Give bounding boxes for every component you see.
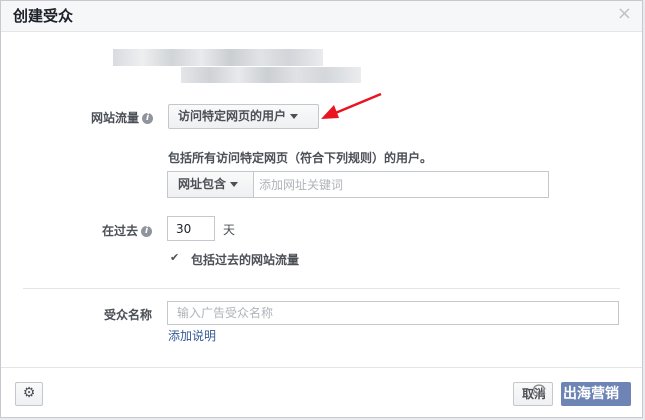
days-input[interactable] [167,216,215,241]
settings-button[interactable]: ⚙ [15,382,43,406]
red-arrow-annotation-icon [321,92,382,119]
url-keyword-input[interactable] [257,174,546,196]
rule-description: 包括所有访问特定网页（符合下列规则）的用户。 [168,151,433,165]
website-traffic-label-text: 网站流量 [91,111,140,125]
create-audience-dialog: 创建受众 × 网站流量 i 访问特定网页的用户 包括所有访问特定网页（符合下列规则… [0,0,643,418]
gear-icon: ⚙ [22,385,36,401]
caret-down-icon [290,114,299,119]
traffic-type-dropdown[interactable]: 访问特定网页的用户 [168,104,319,129]
dialog-header: 创建受众 × [1,1,642,32]
wechat-logo-icon: ☊ [532,381,547,400]
info-icon[interactable]: i [142,113,154,124]
audience-name-input[interactable] [167,301,619,325]
url-condition-label: 网址包含 [178,177,227,191]
url-rule-box: 网址包含 [167,171,549,198]
include-past-traffic-label: 包括过去的网站流量 [191,253,300,267]
caret-down-icon [230,182,239,187]
include-past-traffic-checkbox[interactable]: ✔ [170,252,181,263]
url-condition-dropdown[interactable]: 网址包含 [168,172,254,197]
watermark-text: 出海营销 [563,386,619,402]
dialog-title: 创建受众 [13,7,74,25]
section-divider [23,288,620,289]
days-unit-label: 天 [223,223,236,237]
past-period-label-text: 在过去 [102,224,139,238]
add-description-link[interactable]: 添加说明 [168,327,216,344]
website-traffic-label: 网站流量 i [91,109,154,126]
footer-divider [1,367,642,368]
audience-name-label: 受众名称 [104,308,153,322]
past-period-label: 在过去 i [102,222,153,239]
blurred-content [113,49,323,66]
blurred-content [181,67,361,83]
traffic-type-dropdown-label: 访问特定网页的用户 [178,109,287,123]
info-icon[interactable]: i [141,226,153,237]
close-icon[interactable]: × [617,3,632,24]
